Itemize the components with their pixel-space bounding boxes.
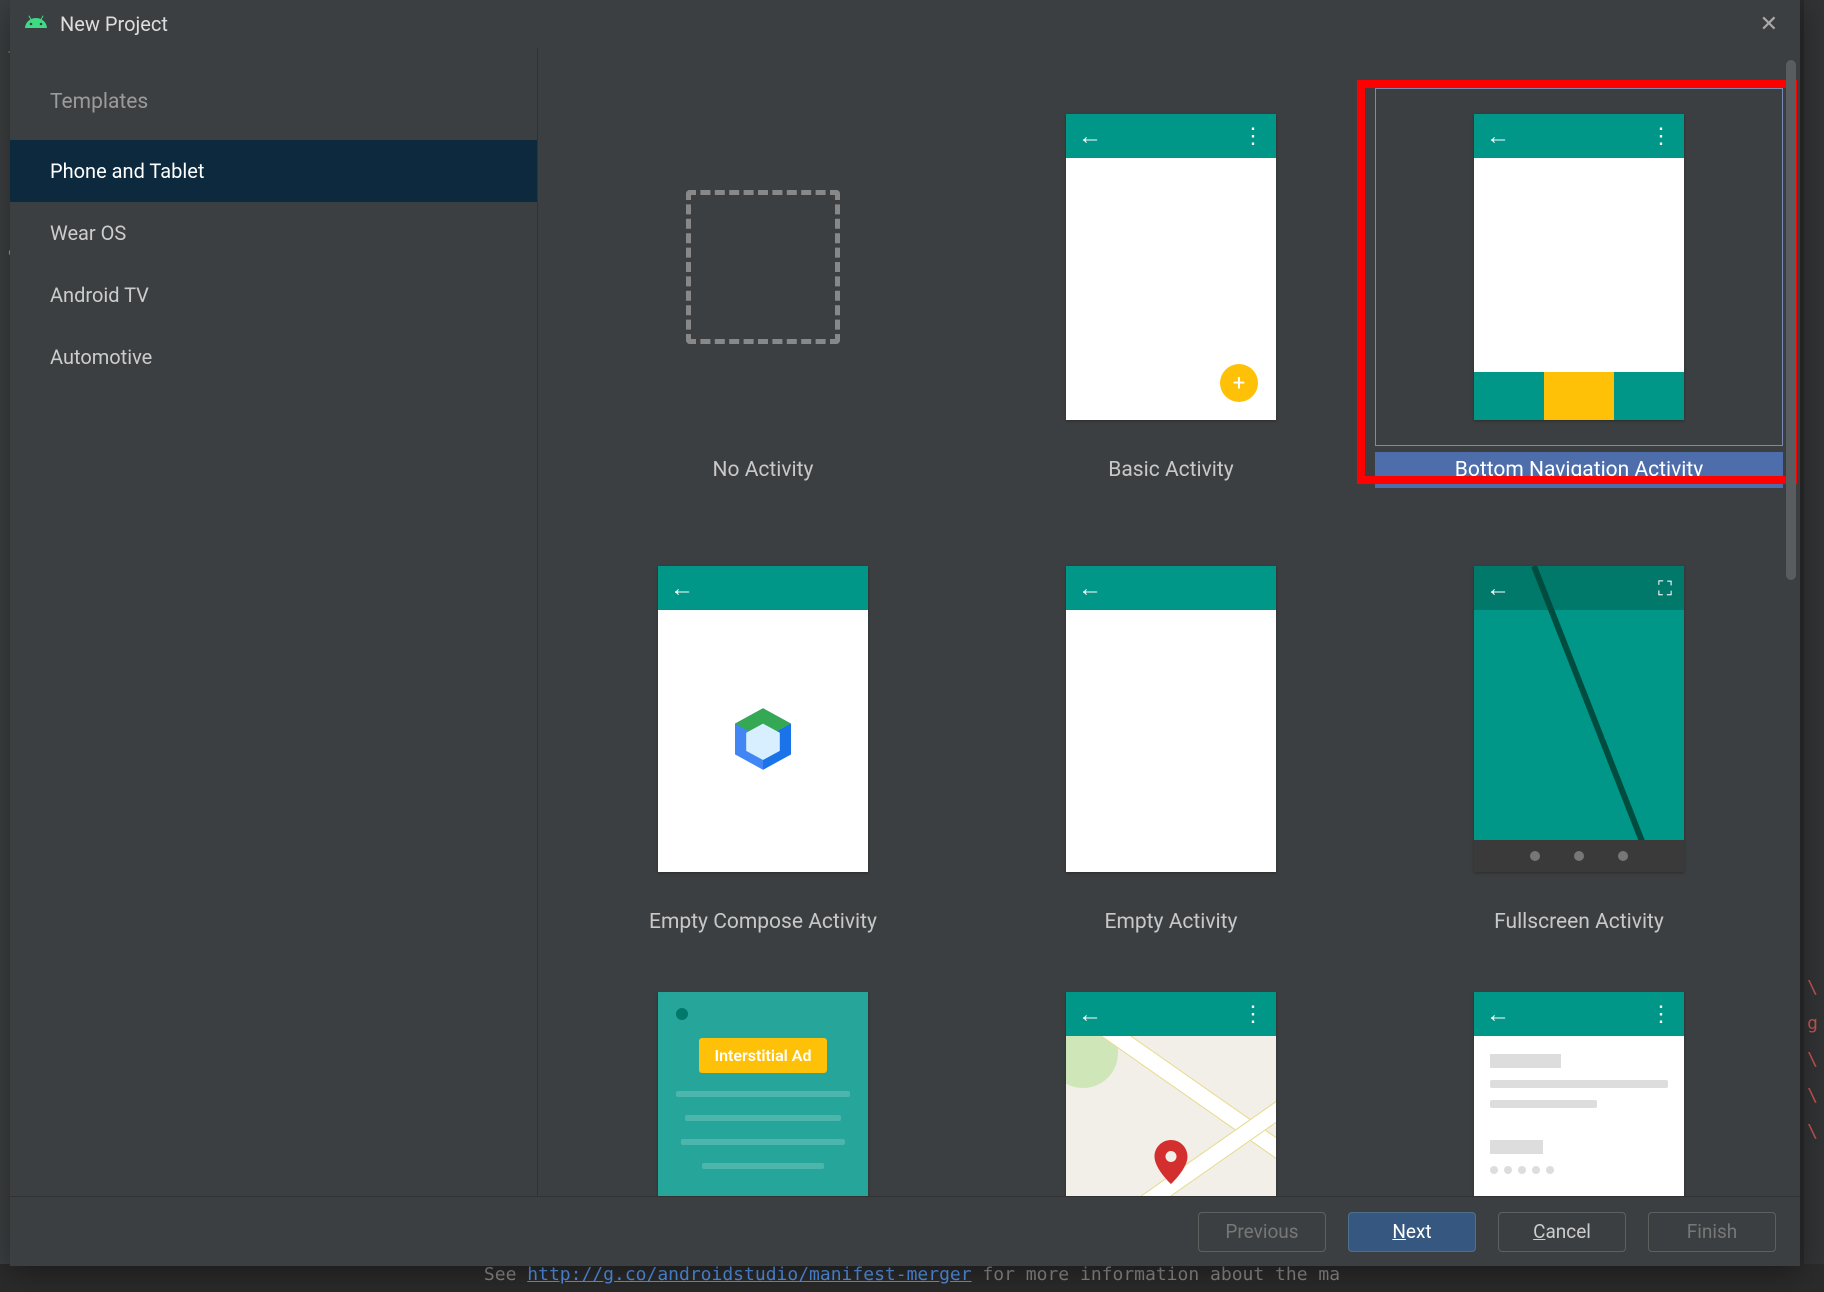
empty-box-icon	[686, 190, 840, 344]
dialog-footer: Previous Next Cancel Finish	[10, 1196, 1800, 1266]
android-icon	[24, 10, 48, 38]
phone-mockup: ←⋮	[1066, 992, 1276, 1196]
sidebar-item-label: Android TV	[50, 283, 149, 307]
phone-mockup: ←⛶	[1474, 566, 1684, 872]
phone-mockup: ←⋮	[1474, 992, 1684, 1196]
diagonal-decoration	[1474, 566, 1684, 872]
more-icon: ⋮	[1650, 124, 1672, 149]
sidebar-header: Templates	[10, 90, 537, 140]
more-icon: ⋮	[1242, 124, 1264, 149]
close-icon[interactable]: ✕	[1752, 8, 1786, 41]
template-label: Basic Activity	[967, 452, 1375, 488]
back-arrow-icon: ←	[1078, 574, 1102, 603]
template-label: Fullscreen Activity	[1375, 904, 1783, 940]
template-bottom-navigation-activity[interactable]: ←⋮ Bottom Navigation Activity	[1375, 76, 1783, 528]
back-arrow-icon: ←	[670, 574, 694, 603]
sidebar-item-android-tv[interactable]: Android TV	[10, 264, 537, 326]
back-arrow-icon: ←	[1078, 122, 1102, 151]
ad-chip: Interstitial Ad	[699, 1038, 828, 1073]
template-interstitial-ad[interactable]: Interstitial Ad	[559, 980, 967, 1196]
dialog-titlebar: New Project ✕	[10, 0, 1800, 48]
bottom-nav-icon	[1474, 372, 1684, 420]
jetpack-compose-icon	[728, 704, 798, 778]
system-nav-icon	[1474, 840, 1684, 872]
phone-mockup: ←⋮	[1474, 114, 1684, 420]
template-no-activity[interactable]: No Activity	[559, 76, 967, 528]
template-basic-activity[interactable]: ← ⋮ + Basic Activity	[967, 76, 1375, 528]
sidebar-item-label: Wear OS	[50, 221, 126, 245]
cancel-button[interactable]: Cancel	[1498, 1212, 1626, 1252]
back-arrow-icon: ←	[1486, 122, 1510, 151]
dialog-title: New Project	[60, 12, 168, 36]
fab-icon: +	[1220, 364, 1258, 402]
more-icon: ⋮	[1242, 1002, 1264, 1027]
template-empty-compose-activity[interactable]: ← Empty Compose Activity	[559, 528, 967, 980]
sidebar-item-automotive[interactable]: Automotive	[10, 326, 537, 388]
phone-mockup: ←	[658, 566, 868, 872]
scrollbar-thumb[interactable]	[1786, 60, 1796, 580]
sidebar-item-label: Phone and Tablet	[50, 159, 204, 183]
next-button[interactable]: Next	[1348, 1212, 1476, 1252]
finish-button: Finish	[1648, 1212, 1776, 1252]
dot-icon	[676, 1008, 688, 1020]
new-project-dialog: New Project ✕ Templates Phone and Tablet…	[10, 0, 1800, 1266]
phone-mockup: ← ⋮ +	[1066, 114, 1276, 420]
template-gallery: No Activity ←⋮ + Basic Activity	[538, 48, 1800, 1196]
previous-button: Previous	[1198, 1212, 1326, 1252]
template-fullscreen-activity[interactable]: ←⛶ Fullscreen Activity	[1375, 528, 1783, 980]
phone-mockup: ←	[1066, 566, 1276, 872]
ide-error-strip: \g\\\	[1807, 970, 1818, 1150]
template-empty-activity[interactable]: ← Empty Activity	[967, 528, 1375, 980]
more-icon: ⋮	[1650, 1002, 1672, 1027]
template-label: No Activity	[559, 452, 967, 488]
sidebar-item-label: Automotive	[50, 345, 152, 369]
template-label: Empty Compose Activity	[559, 904, 967, 940]
back-arrow-icon: ←	[1078, 1000, 1102, 1029]
sidebar-item-phone-tablet[interactable]: Phone and Tablet	[10, 140, 537, 202]
ide-console-line: See http://g.co/androidstudio/manifest-m…	[0, 1264, 1824, 1292]
template-google-maps-activity[interactable]: ←⋮	[967, 980, 1375, 1196]
sidebar-item-wear-os[interactable]: Wear OS	[10, 202, 537, 264]
template-label: Empty Activity	[967, 904, 1375, 940]
template-scrolling-activity[interactable]: ←⋮	[1375, 980, 1783, 1196]
back-arrow-icon: ←	[1486, 1000, 1510, 1029]
phone-mockup: Interstitial Ad	[658, 992, 868, 1196]
template-category-sidebar: Templates Phone and Tablet Wear OS Andro…	[10, 48, 538, 1196]
map-pin-icon	[1154, 1140, 1188, 1188]
template-label: Bottom Navigation Activity	[1375, 452, 1783, 488]
